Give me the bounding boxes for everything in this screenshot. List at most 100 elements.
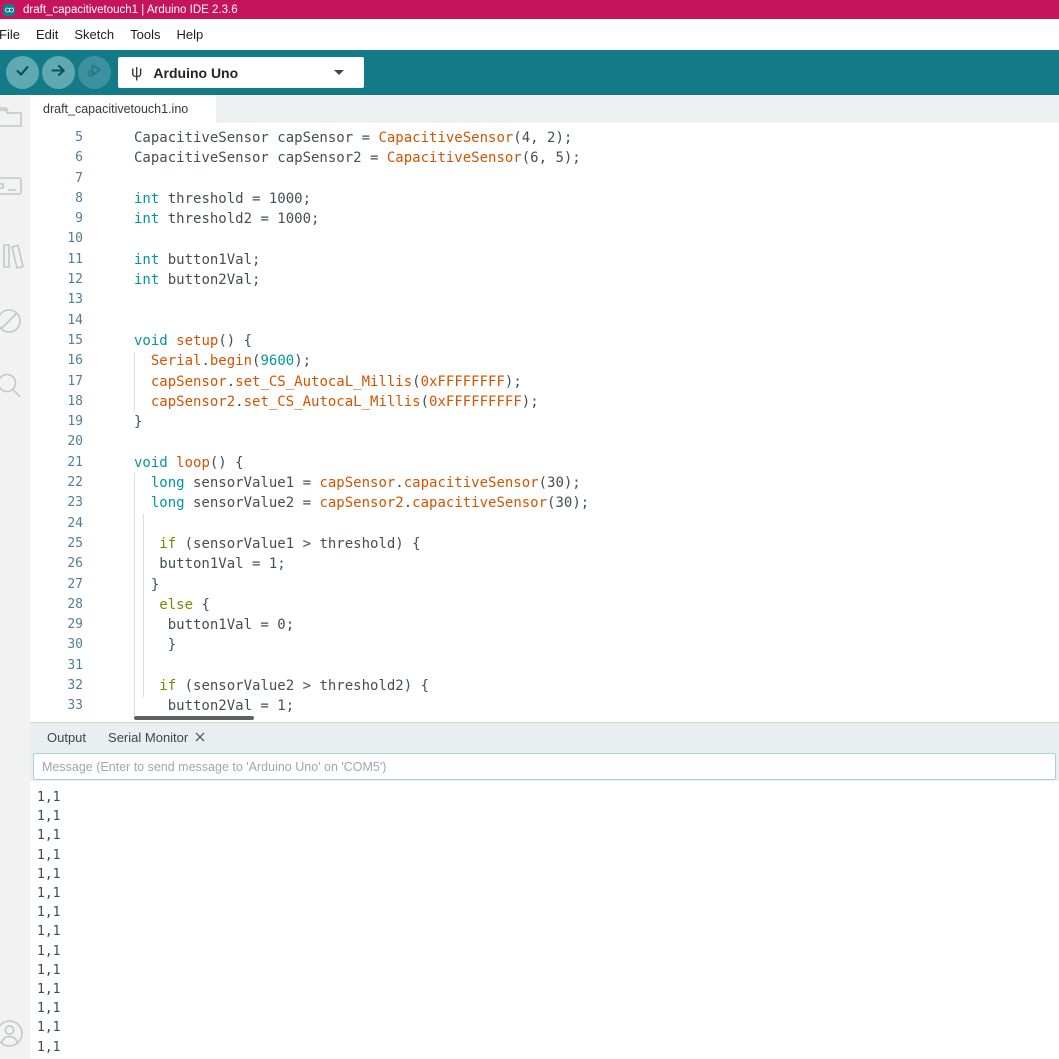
code-line: int threshold2 = 1000; [134, 209, 589, 229]
code-line: void setup() { [134, 331, 589, 351]
board-selector-label: Arduino Uno [153, 65, 238, 81]
arrow-right-icon [50, 62, 67, 84]
line-number: 23 [30, 493, 83, 513]
line-number: 12 [30, 270, 83, 290]
line-number: 21 [30, 453, 83, 473]
boards-manager-icon [0, 188, 24, 205]
menu-item-edit[interactable]: Edit [28, 27, 66, 42]
sidebar-item-library-manager[interactable] [0, 240, 24, 270]
line-number: 11 [30, 250, 83, 270]
code-line: long sensorValue2 = capSensor2.capacitiv… [134, 493, 589, 513]
code-line [134, 514, 589, 534]
serial-line: 1,1 [37, 1038, 1059, 1057]
code-line: CapacitiveSensor capSensor = CapacitiveS… [134, 128, 589, 148]
tab-sketch-file[interactable]: draft_capacitivetouch1.ino [30, 95, 216, 123]
code-line: } [134, 635, 589, 655]
chevron-down-icon [334, 70, 344, 75]
board-selector[interactable]: ψ Arduino Uno [118, 57, 364, 88]
line-number: 26 [30, 554, 83, 574]
verify-button[interactable] [6, 56, 39, 89]
serial-line: 1,1 [37, 942, 1059, 961]
code-line: else { [134, 595, 589, 615]
horizontal-scrollbar[interactable] [134, 716, 254, 720]
arduino-ide-window: draft_capacitivetouch1 | Arduino IDE 2.3… [0, 0, 1059, 1059]
serial-message-input[interactable] [33, 753, 1056, 780]
line-number: 5 [30, 128, 83, 148]
upload-button[interactable] [42, 56, 75, 89]
menubar: FileEditSketchToolsHelp [0, 19, 1059, 50]
sidebar-item-debug[interactable] [0, 306, 24, 336]
code-line [134, 290, 589, 310]
line-number: 24 [30, 514, 83, 534]
debug-disabled-icon [0, 323, 24, 340]
code-line [134, 311, 589, 331]
code-editor[interactable]: 5678910111213141516171819202122232425262… [30, 123, 1059, 722]
code-line: int button1Val; [134, 250, 589, 270]
line-number: 10 [30, 229, 83, 249]
line-number: 15 [30, 331, 83, 351]
line-number: 13 [30, 290, 83, 310]
line-number: 18 [30, 392, 83, 412]
menu-item-tools[interactable]: Tools [122, 27, 168, 42]
line-number: 27 [30, 575, 83, 595]
code-line: } [134, 412, 589, 432]
library-manager-icon [0, 259, 24, 276]
sidebar-item-account[interactable] [0, 1018, 24, 1048]
code-line: int button2Val; [134, 270, 589, 290]
line-number-gutter: 5678910111213141516171819202122232425262… [30, 128, 83, 717]
line-number: 20 [30, 432, 83, 452]
window-title: draft_capacitivetouch1 | Arduino IDE 2.3… [23, 4, 238, 16]
code-line: button1Val = 0; [134, 615, 589, 635]
debug-button[interactable] [78, 56, 111, 89]
line-number: 30 [30, 635, 83, 655]
code-line: if (sensorValue2 > threshold2) { [134, 676, 589, 696]
code-line: Serial.begin(9600); [134, 351, 589, 371]
sidebar-item-sketchbook[interactable] [0, 102, 24, 132]
serial-output[interactable]: 1,11,11,11,11,11,11,11,11,11,11,11,11,11… [30, 781, 1059, 1059]
line-number: 25 [30, 534, 83, 554]
tab-label: draft_capacitivetouch1.ino [43, 102, 188, 116]
serial-line: 1,1 [37, 826, 1059, 845]
serial-line: 1,1 [37, 1018, 1059, 1037]
code-line: long sensorValue1 = capSensor.capacitive… [134, 473, 589, 493]
code-line [134, 656, 589, 676]
menu-item-help[interactable]: Help [168, 27, 211, 42]
panel-tabstrip: Output Serial Monitor [30, 723, 1059, 751]
tab-output[interactable]: Output [36, 730, 97, 745]
check-icon [14, 62, 31, 84]
menu-item-file[interactable]: File [0, 27, 28, 42]
sidebar-item-boards-manager[interactable] [0, 171, 24, 201]
code-line: } [134, 575, 589, 595]
line-number: 33 [30, 696, 83, 716]
arduino-app-icon [3, 4, 15, 16]
code-line: int threshold = 1000; [134, 189, 589, 209]
serial-line: 1,1 [37, 999, 1059, 1018]
line-number: 16 [30, 351, 83, 371]
line-number: 7 [30, 169, 83, 189]
serial-line: 1,1 [37, 807, 1059, 826]
menu-item-sketch[interactable]: Sketch [66, 27, 122, 42]
toolbar: ψ Arduino Uno [0, 50, 1059, 95]
debug-icon [86, 61, 104, 84]
code-line: CapacitiveSensor capSensor2 = Capacitive… [134, 148, 589, 168]
code-line: button1Val = 1; [134, 554, 589, 574]
editor-tabstrip: draft_capacitivetouch1.ino [30, 95, 1059, 123]
code-line: capSensor.set_CS_AutocaL_Millis(0xFFFFFF… [134, 372, 589, 392]
line-number: 14 [30, 311, 83, 331]
serial-line: 1,1 [37, 922, 1059, 941]
serial-line: 1,1 [37, 961, 1059, 980]
line-number: 22 [30, 473, 83, 493]
line-number: 8 [30, 189, 83, 209]
line-number: 28 [30, 595, 83, 615]
sidebar-item-search[interactable] [0, 371, 24, 401]
line-number: 29 [30, 615, 83, 635]
tab-serial-monitor[interactable]: Serial Monitor [97, 730, 216, 745]
serial-line: 1,1 [37, 980, 1059, 999]
serial-line: 1,1 [37, 846, 1059, 865]
account-icon [0, 1036, 25, 1053]
line-number: 17 [30, 372, 83, 392]
close-icon[interactable] [195, 730, 205, 745]
serial-line: 1,1 [37, 788, 1059, 807]
sketchbook-folder-icon [0, 119, 24, 136]
tab-output-label: Output [47, 730, 86, 745]
